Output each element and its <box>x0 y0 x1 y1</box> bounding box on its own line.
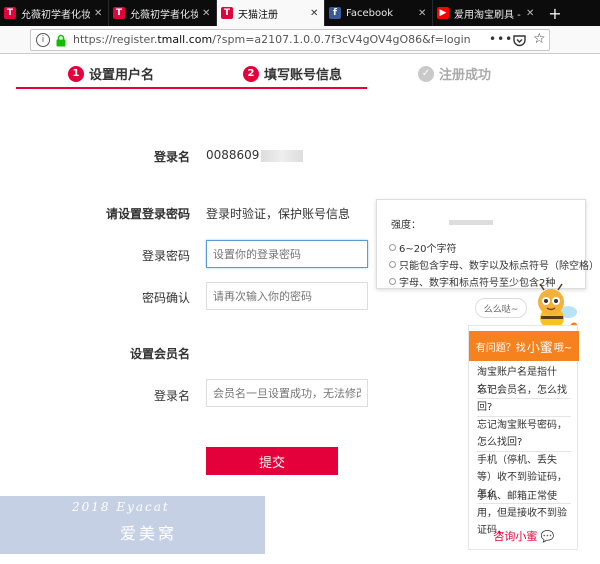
redacted-block <box>261 149 304 162</box>
facebook-icon: f <box>329 7 341 19</box>
step-3: ✓ 注册成功 <box>418 64 491 83</box>
close-tab-icon[interactable]: ✕ <box>202 8 212 19</box>
url-bar[interactable]: i https://register.tmall.com/?spm=a2107.… <box>30 29 550 51</box>
page-actions-icon[interactable]: ••• <box>489 32 513 46</box>
watermark-line1: 2018 Eyacat <box>72 500 170 514</box>
bookmark-star-icon[interactable]: ☆ <box>533 31 546 47</box>
tab-strip: T 允薇初学者化妆… ✕ T 允薇初学者化妆… ✕ T 天猫注册 ✕ f Facebook ✕ ▶ 爱用淘… <box>0 0 600 26</box>
password-label: 登录密码 <box>141 249 190 263</box>
close-tab-icon[interactable]: ✕ <box>526 8 536 19</box>
password-strength-tip: 强度： 6~20个字符 只能包含字母、数字以及标点符号（除空格） 字母、数字和标… <box>376 199 599 289</box>
confirm-password-input[interactable] <box>206 282 368 310</box>
set-password-hint: 登录时验证，保护账号信息 <box>206 207 351 221</box>
set-password-heading: 请设置登录密码 <box>105 207 190 221</box>
tab-title: 允薇初学者化妆… <box>130 9 198 21</box>
chat-icon: 💬 <box>540 530 555 543</box>
browser-tab[interactable]: T 允薇初学者化妆… ✕ <box>0 0 108 26</box>
submit-button[interactable]: 提交 <box>206 447 338 475</box>
member-name-heading: 设置会员名 <box>129 347 190 361</box>
helper-question-link[interactable]: 忘记淘宝账号密码，怎么找回? <box>477 417 571 452</box>
strength-meter <box>449 220 493 225</box>
step-label: 填写账号信息 <box>264 68 343 83</box>
step-label: 注册成功 <box>439 68 492 83</box>
new-tab-button[interactable]: + <box>540 0 570 26</box>
close-tab-icon[interactable]: ✕ <box>418 8 428 19</box>
step-2: 2 填写账号信息 <box>243 64 342 83</box>
tab-title: 允薇初学者化妆… <box>21 9 90 21</box>
password-rule: 6~20个字符 <box>389 240 456 255</box>
pocket-icon[interactable] <box>513 34 526 47</box>
url-text[interactable]: https://register.tmall.com/?spm=a2107.1.… <box>73 33 471 46</box>
password-input[interactable] <box>206 240 368 268</box>
confirm-password-label: 密码确认 <box>141 291 190 305</box>
tab-title: 爱用淘宝刷具 - 2… <box>454 9 522 21</box>
tmall-icon: T <box>221 7 233 19</box>
login-name-label: 登录名 <box>153 150 190 164</box>
check-icon: ✓ <box>418 65 434 82</box>
browser-tab[interactable]: f Facebook ✕ <box>324 0 432 26</box>
youtube-icon: ▶ <box>437 7 449 19</box>
step-label: 设置用户名 <box>89 68 155 83</box>
info-icon[interactable]: i <box>36 33 50 47</box>
tab-title: 天猫注册 <box>238 9 278 21</box>
radio-icon <box>389 278 396 285</box>
step-1: 1 设置用户名 <box>68 64 154 83</box>
navigation-bar: i https://register.tmall.com/?spm=a2107.… <box>0 26 600 54</box>
browser-tab[interactable]: T 允薇初学者化妆… ✕ <box>108 0 216 26</box>
radio-icon <box>389 244 396 251</box>
watermark: 2018 Eyacat 爱美窝 <box>0 496 265 554</box>
step-number: 1 <box>68 65 84 82</box>
password-rule: 只能包含字母、数字以及标点符号（除空格） <box>389 257 599 272</box>
helper-panel: 有问题？找 小蜜 哦~ 淘宝账户名是指什么? 忘记会员名，怎么找回? 忘记淘宝账号密… <box>468 325 579 550</box>
step-progress-line <box>16 87 367 89</box>
browser-tab[interactable]: ▶ 爱用淘宝刷具 - 2… ✕ <box>432 0 540 26</box>
browser-tab[interactable]: T 天猫注册 ✕ <box>216 0 324 26</box>
member-name-input[interactable] <box>206 379 368 407</box>
tmall-icon: T <box>4 7 16 19</box>
helper-speech-bubble: 么么哒~ <box>475 298 527 318</box>
registration-steps: 1 设置用户名 2 填写账号信息 ✓ 注册成功 <box>16 59 580 89</box>
step-number: 2 <box>243 65 259 82</box>
radio-icon <box>389 261 396 268</box>
tab-title: Facebook <box>346 7 393 19</box>
lock-icon <box>56 34 66 47</box>
ask-helper-link[interactable]: 咨询小蜜 💬 <box>469 528 579 544</box>
member-name-label: 登录名 <box>153 389 190 403</box>
close-tab-icon[interactable]: ✕ <box>94 8 104 19</box>
tmall-icon: T <box>113 7 125 19</box>
strength-label: 强度： <box>391 220 421 231</box>
close-tab-icon[interactable]: ✕ <box>310 8 320 19</box>
helper-header[interactable]: 有问题？找 小蜜 哦~ <box>469 331 579 361</box>
helper-question-link[interactable]: 忘记会员名，怎么找回? <box>477 382 571 417</box>
login-name-value: 0088609 <box>206 148 304 162</box>
watermark-line2: 爱美窝 <box>120 524 178 543</box>
